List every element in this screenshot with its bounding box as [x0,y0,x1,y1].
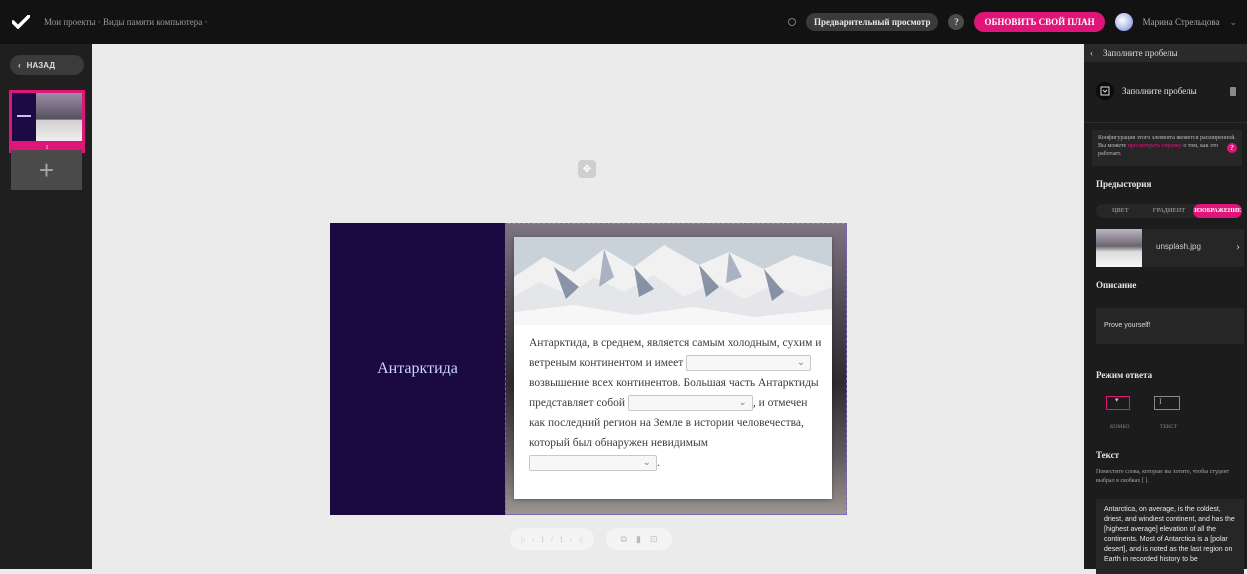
add-slide-button[interactable]: + [11,150,82,190]
text-help: Поместите слова, которые вы хотите, чтоб… [1096,469,1230,484]
slide-pager: |‹ ‹ 1 / 1 › ›| [510,528,594,550]
back-label: НАЗАД [26,60,56,70]
tab-gradient[interactable]: ГРАДИЕНТ [1145,204,1194,218]
blank-dropdown-1[interactable] [686,353,812,373]
prev-page-button[interactable]: ‹ [532,535,535,544]
description-field[interactable]: Prove yourself! [1096,308,1244,344]
next-page-button[interactable]: › [570,535,573,544]
mode-combo-option[interactable] [1106,396,1130,410]
breadcrumb[interactable]: Мои проекты · Виды памяти компьютера · [44,17,207,27]
slide[interactable]: Антарктида Антарктида, в среднем, являет… [330,223,847,515]
mode-text-option[interactable] [1154,396,1180,410]
page-separator: / [550,534,554,544]
text-field[interactable]: Antarctica, on average, is the coldest, … [1096,499,1244,574]
username[interactable]: Марина Стрельцова [1143,17,1220,27]
top-bar: Мои проекты · Виды памяти компьютера · П… [0,0,1247,44]
settings-icon[interactable] [788,18,796,26]
first-page-button[interactable]: |‹ [521,535,525,544]
properties-panel: ‹ Заполните пробелы Заполните пробелы Ко… [1084,44,1247,574]
chevron-left-icon: ‹ [18,60,21,70]
move-icon[interactable]: ✥ [578,160,596,178]
upgrade-plan-button[interactable]: ОБНОВИТЬ СВОЙ ПЛАН [974,12,1105,32]
editor-canvas: ✥ Антарктида Антарктида, в среднем, явля… [92,44,1084,569]
mountains-image [514,237,832,325]
current-page: 1 [540,534,545,544]
help-button[interactable]: ? [948,14,965,30]
trash-icon[interactable]: ▮ [636,534,641,545]
blank-dropdown-2[interactable] [627,393,753,413]
last-page-button[interactable]: ›| [579,535,583,544]
fill-blanks-text: Антарктида, в среднем, является самым хо… [529,333,824,473]
widget-title: Заполните пробелы [1122,86,1197,96]
advanced-config-notice: Конфигурация этого элемента является рас… [1092,130,1242,166]
image-filename: unsplash.jpg [1156,242,1201,251]
background-label: Предыстория [1096,179,1152,189]
fill-blanks-card[interactable]: Антарктида, в среднем, является самым хо… [514,237,832,499]
chevron-right-icon[interactable]: › [1236,239,1240,254]
slide-title[interactable]: Антарктида [330,223,505,515]
help-circle-icon[interactable]: ? [1227,143,1237,153]
mode-combo-label: КОМБО [1110,424,1130,430]
fill-blanks-icon [1096,82,1114,100]
panel-header: ‹ Заполните пробелы [1084,44,1247,62]
image-thumbnail [1096,229,1142,267]
fullscreen-icon[interactable]: ⊡ [650,534,658,545]
slide-controls: |‹ ‹ 1 / 1 › ›| ⧉ ▮ ⊡ [510,528,672,550]
duplicate-icon[interactable]: ⧉ [621,534,627,545]
preview-button[interactable]: Предварительный просмотр [806,13,939,31]
back-button[interactable]: ‹ НАЗАД [10,55,84,75]
blank-dropdown-3[interactable] [529,453,657,473]
panel-title: Заполните пробелы [1103,48,1178,58]
chevron-down-icon[interactable]: ⌄ [1229,17,1237,28]
description-label: Описание [1096,280,1137,290]
total-pages: 1 [559,534,564,544]
background-tabs: ЦВЕТ ГРАДИЕНТ ИЗОБРАЖЕНИЕ [1096,204,1243,218]
background-image-picker[interactable]: unsplash.jpg › [1096,229,1244,267]
checkmark-logo-icon[interactable] [10,11,32,33]
slides-sidebar: ‹ НАЗАД 1 + [0,44,92,569]
slide-thumbnail[interactable] [9,90,85,144]
trash-icon[interactable] [1230,86,1236,96]
chevron-left-icon[interactable]: ‹ [1090,48,1093,58]
avatar[interactable] [1114,13,1133,31]
slide-tools: ⧉ ▮ ⊡ [606,528,672,550]
tab-color[interactable]: ЦВЕТ [1096,204,1145,218]
answer-mode-label: Режим ответа [1096,370,1153,380]
widget-row[interactable]: Заполните пробелы [1096,80,1236,102]
text-part-4: . [657,457,660,469]
mode-text-label: ТЕКСТ [1160,424,1178,430]
tab-image[interactable]: ИЗОБРАЖЕНИЕ [1193,204,1243,218]
help-link[interactable]: просмотреть справку [1128,143,1182,149]
text-label: Текст [1096,450,1120,460]
